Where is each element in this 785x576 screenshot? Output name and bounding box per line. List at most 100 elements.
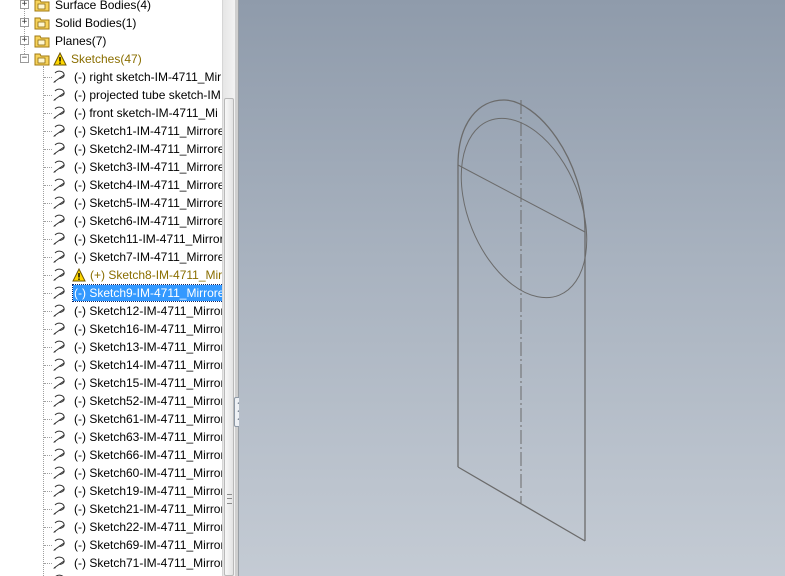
sketch-icon (53, 142, 65, 155)
tree-item-sketch[interactable]: (-) Sketch52-IM-4711_Mirror (0, 392, 222, 410)
feature-manager-tree: + Surface Bodies(4) + Solid Bodies(1) + Plane… (0, 0, 222, 576)
sketch-label: (-) Sketch14-IM-4711_Mirror (74, 358, 222, 372)
tree-item-sketch[interactable]: (-) Sketch19-IM-4711_Mirror (0, 482, 222, 500)
warning-icon (53, 52, 67, 66)
expand-toggle-icon[interactable]: + (20, 18, 29, 27)
tree-item-sketch[interactable]: (-) Sketch12-IM-4711_Mirror (0, 302, 222, 320)
sketch-label: (-) Sketch21-IM-4711_Mirror (74, 502, 222, 516)
tree-connector-line (44, 311, 52, 312)
sketch-label: (-) Sketch11-IM-4711_Mirror (74, 232, 222, 246)
sketch-icon (53, 520, 65, 533)
tree-connector-line (44, 347, 52, 348)
tree-item-sketch[interactable]: (-) Sketch2-IM-4711_Mirrore (0, 140, 222, 158)
tree-item-sketch[interactable]: (-) Sketch69-IM-4711_Mirror (0, 536, 222, 554)
sketch-label: (+) Sketch8-IM-4711_Mir (90, 268, 222, 282)
tree-connector-line (44, 383, 52, 384)
tree-item-sketch[interactable]: (-) Sketch5-IM-4711_Mirrore (0, 194, 222, 212)
tree-item-sketch[interactable]: (-) Sketch15-IM-4711_Mirror (0, 374, 222, 392)
sketch-icon (53, 466, 65, 479)
tree-item-sketch[interactable]: (+) Sketch8-IM-4711_Mir (0, 266, 222, 284)
tree-item-sketch[interactable]: (-) Sketch7-IM-4711_Mirrore (0, 248, 222, 266)
sketch-label: (-) Sketch12-IM-4711_Mirror (74, 304, 222, 318)
sketch-label: (-) Sketch22-IM-4711_Mirror (74, 520, 222, 534)
sketch-label: (-) Sketch69-IM-4711_Mirror (74, 538, 222, 552)
tree-item-sketch[interactable]: (-) right sketch-IM-4711_Mir (0, 68, 222, 86)
tree-connector-line (44, 545, 52, 546)
sketch-label: (-) Sketch2-IM-4711_Mirrore (74, 142, 222, 156)
tree-connector-line (44, 77, 52, 78)
scrollbar-thumb[interactable] (224, 98, 234, 576)
sketch-icon (53, 232, 65, 245)
sketch-icon (53, 286, 65, 299)
tree-item-sketch[interactable]: (-) Sketch6-IM-4711_Mirrore (0, 212, 222, 230)
tree-item-sketch[interactable]: (-) Sketch22-IM-4711_Mirror (0, 518, 222, 536)
tree-connector-line (44, 131, 52, 132)
tree-item-sketch[interactable]: (-) Sketch3-IM-4711_Mirrore (0, 158, 222, 176)
tree-item-sketch[interactable]: (-) Sketch60-IM-4711_Mirror (0, 464, 222, 482)
sketches-folder-icon (34, 53, 50, 66)
tree-item-sketch[interactable]: (-) Sketch63-IM-4711_Mirror (0, 428, 222, 446)
tree-item-sketch[interactable]: (-) Sketch11-IM-4711_Mirror (0, 230, 222, 248)
tree-item-label: Solid Bodies(1) (55, 16, 137, 30)
tree-connector-line (44, 563, 52, 564)
sketch-icon (53, 70, 65, 83)
sketch-icon (53, 340, 65, 353)
tree-item-sketch[interactable]: (-) Sketch14-IM-4711_Mirror (0, 356, 222, 374)
tree-connector-line (44, 185, 52, 186)
tree-item-sketch[interactable]: (-) Sketch16-IM-4711_Mirror (0, 320, 222, 338)
tree-item-sketch[interactable]: (-) Sketch1-IM-4711_Mirrore (0, 122, 222, 140)
tree-connector-line (44, 527, 52, 528)
sketch-label: (-) Sketch15-IM-4711_Mirror (74, 376, 222, 390)
sketch-icon (53, 358, 65, 371)
model-wireframe (457, 99, 588, 542)
sketch-label: (-) Sketch16-IM-4711_Mirror (74, 322, 222, 336)
sketch-icon (53, 412, 65, 425)
tree-connector-line (44, 473, 52, 474)
sketch-label: (-) Sketch60-IM-4711_Mirror (74, 466, 222, 480)
planes-folder-icon (34, 35, 50, 48)
tree-item-sketch[interactable]: (-) Sketch13-IM-4711_Mirror (0, 338, 222, 356)
sketch-label: (-) Sketch4-IM-4711_Mirrore (74, 178, 222, 192)
expand-toggle-icon[interactable]: + (20, 36, 29, 45)
tree-item-sketch[interactable]: (-) Sketch71-IM-4711_Mirror (0, 554, 222, 572)
sketch-icon (53, 502, 65, 515)
collapse-toggle-icon[interactable]: − (20, 54, 29, 63)
tree-item-selected-sketch[interactable]: (-) Sketch9-IM-4711_Mirrore (0, 284, 222, 302)
tree-connector-line (44, 455, 52, 456)
sketch-icon (53, 394, 65, 407)
sketch-icon (53, 88, 65, 101)
tree-connector-line (44, 437, 52, 438)
sketch-icon (53, 304, 65, 317)
tree-item-sketch[interactable]: (-) Sketch66-IM-4711_Mirror (0, 446, 222, 464)
sketch-label: (-) Sketch66-IM-4711_Mirror (74, 448, 222, 462)
tree-item-sketch[interactable] (0, 572, 222, 576)
tree-vertical-scrollbar[interactable] (222, 0, 236, 576)
tree-connector-line (44, 329, 52, 330)
sketch-label: (-) Sketch1-IM-4711_Mirrore (74, 124, 222, 138)
tree-item-label: Sketches(47) (71, 52, 142, 66)
expand-toggle-icon[interactable]: + (20, 0, 29, 9)
tree-item-sketch[interactable]: (-) Sketch21-IM-4711_Mirror (0, 500, 222, 518)
sketch-icon (53, 484, 65, 497)
tree-item-sketch[interactable]: (-) Sketch4-IM-4711_Mirrore (0, 176, 222, 194)
sketch-label: (-) projected tube sketch-IM (74, 88, 221, 102)
sketch-icon (53, 376, 65, 389)
tree-item-solid-bodies[interactable]: + Solid Bodies(1) (0, 14, 222, 32)
sketch-label: (-) Sketch6-IM-4711_Mirrore (74, 214, 222, 228)
sketch-icon (53, 538, 65, 551)
graphics-viewport[interactable] (239, 0, 785, 576)
sketch-label: (-) front sketch-IM-4711_Mi (74, 106, 218, 120)
tree-item-surface-bodies[interactable]: + Surface Bodies(4) (0, 0, 222, 14)
sketch-label: (-) Sketch52-IM-4711_Mirror (74, 394, 222, 408)
sketch-label: (-) Sketch3-IM-4711_Mirrore (74, 160, 222, 174)
scrollbar-grip-icon (227, 494, 232, 504)
tree-item-planes[interactable]: + Planes(7) (0, 32, 222, 50)
tree-item-sketch[interactable]: (-) projected tube sketch-IM (0, 86, 222, 104)
tree-item-label: Planes(7) (55, 34, 107, 48)
tree-connector-line (44, 275, 52, 276)
tree-item-sketch[interactable]: (-) front sketch-IM-4711_Mi (0, 104, 222, 122)
tree-connector-line (44, 239, 52, 240)
sketch-icon (53, 322, 65, 335)
tree-item-sketches[interactable]: − Sketches(47) (0, 50, 222, 68)
tree-item-sketch[interactable]: (-) Sketch61-IM-4711_Mirror (0, 410, 222, 428)
